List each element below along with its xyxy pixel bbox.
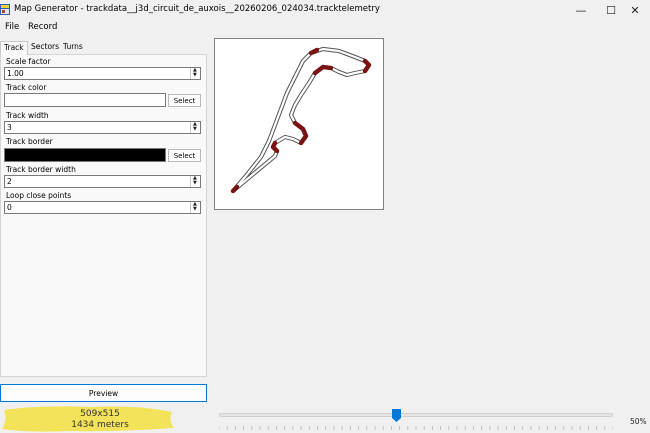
track-width-value: 3 <box>7 123 12 132</box>
menu-file[interactable]: File <box>5 22 19 32</box>
track-border-swatch <box>4 148 166 162</box>
app-icon <box>0 4 10 15</box>
minimize-button[interactable]: — <box>566 0 596 20</box>
zoom-percent-label: 50% <box>630 417 647 426</box>
track-map-preview <box>214 38 384 210</box>
sector-marker <box>308 47 320 56</box>
track-color-select-button[interactable]: Select <box>168 94 201 107</box>
slider-ticks <box>219 426 613 430</box>
spin-arrows-icon[interactable]: ▲ ▼ <box>190 122 200 133</box>
loop-close-points-value: 0 <box>7 203 12 212</box>
scale-factor-label: Scale factor <box>6 57 51 66</box>
scale-factor-value: 1.00 <box>7 69 24 78</box>
map-size-text: 509x515 <box>80 409 120 419</box>
track-border-width-label: Track border width <box>6 165 76 174</box>
sector-marker <box>312 64 334 76</box>
menu-record[interactable]: Record <box>28 22 57 32</box>
track-border-width-value: 2 <box>7 177 12 186</box>
track-width-label: Track width <box>6 111 49 120</box>
sector-marker <box>362 58 372 74</box>
tab-track[interactable]: Track <box>0 41 28 55</box>
preview-button[interactable]: Preview <box>0 384 207 402</box>
close-button[interactable]: ✕ <box>620 0 650 20</box>
spin-arrows-icon[interactable]: ▲ ▼ <box>190 176 200 187</box>
spin-arrows-icon[interactable]: ▲ ▼ <box>190 202 200 213</box>
track-map-canvas <box>230 46 372 194</box>
track-width-stepper[interactable]: 3 ▲ ▼ <box>4 121 201 134</box>
sector-marker <box>270 140 280 154</box>
spin-arrows-icon[interactable]: ▲ ▼ <box>190 68 200 79</box>
track-color-swatch <box>4 93 166 107</box>
track-border-label: Track border <box>6 137 53 146</box>
window-title: Map Generator - trackdata__j3d_circuit_d… <box>14 4 380 14</box>
menu-bar <box>0 20 650 36</box>
tab-sectors[interactable]: Sectors <box>28 41 62 54</box>
track-border-select-button[interactable]: Select <box>168 149 201 162</box>
sector-marker <box>230 184 240 194</box>
loop-close-points-stepper[interactable]: 0 ▲ ▼ <box>4 201 201 214</box>
zoom-slider[interactable] <box>219 413 613 417</box>
track-border-width-stepper[interactable]: 2 ▲ ▼ <box>4 175 201 188</box>
track-color-label: Track color <box>6 83 47 92</box>
loop-close-points-label: Loop close points <box>6 191 72 200</box>
tab-turns[interactable]: Turns <box>60 41 86 54</box>
track-length-text: 1434 meters <box>71 420 129 430</box>
slider-thumb-icon[interactable] <box>391 409 401 422</box>
track-outline <box>230 46 372 194</box>
scale-factor-stepper[interactable]: 1.00 ▲ ▼ <box>4 67 201 80</box>
